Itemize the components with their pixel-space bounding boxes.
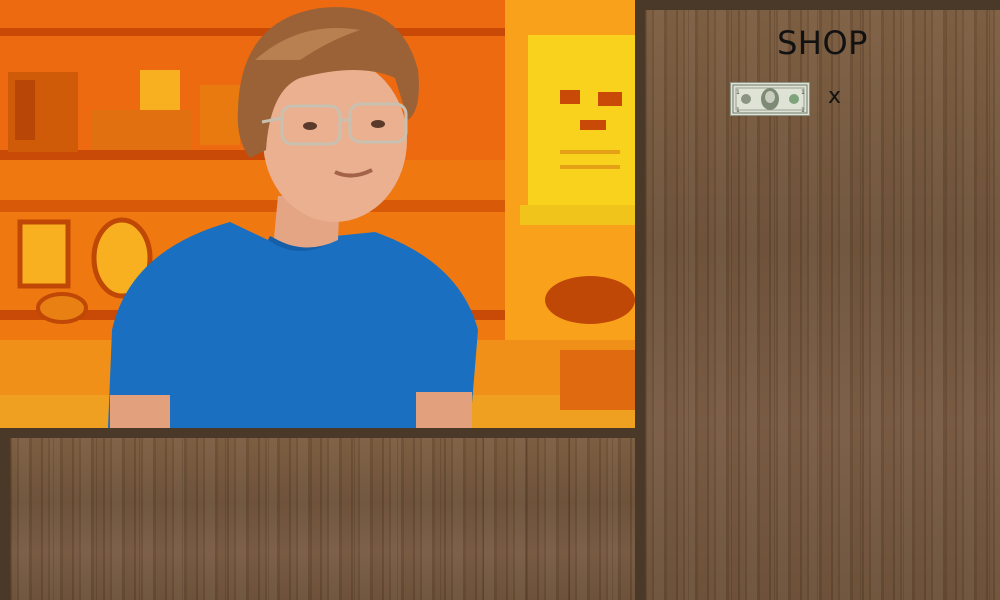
game-scene	[0, 0, 635, 428]
svg-text:1: 1	[736, 107, 740, 114]
shop-item-quantity: x	[828, 84, 842, 109]
shop-item-dollar[interactable]: 1 1 1 1 x	[730, 82, 870, 118]
svg-text:1: 1	[736, 89, 740, 96]
svg-text:1: 1	[801, 107, 805, 114]
shop-panel: SHOP 1 1 1 1 x	[645, 10, 1000, 600]
scene-illustration	[0, 0, 635, 428]
dollar-bill-icon: 1 1 1 1	[730, 82, 810, 116]
inventory-panel	[10, 438, 635, 600]
shop-title: SHOP	[777, 24, 868, 62]
svg-text:1: 1	[801, 89, 805, 96]
